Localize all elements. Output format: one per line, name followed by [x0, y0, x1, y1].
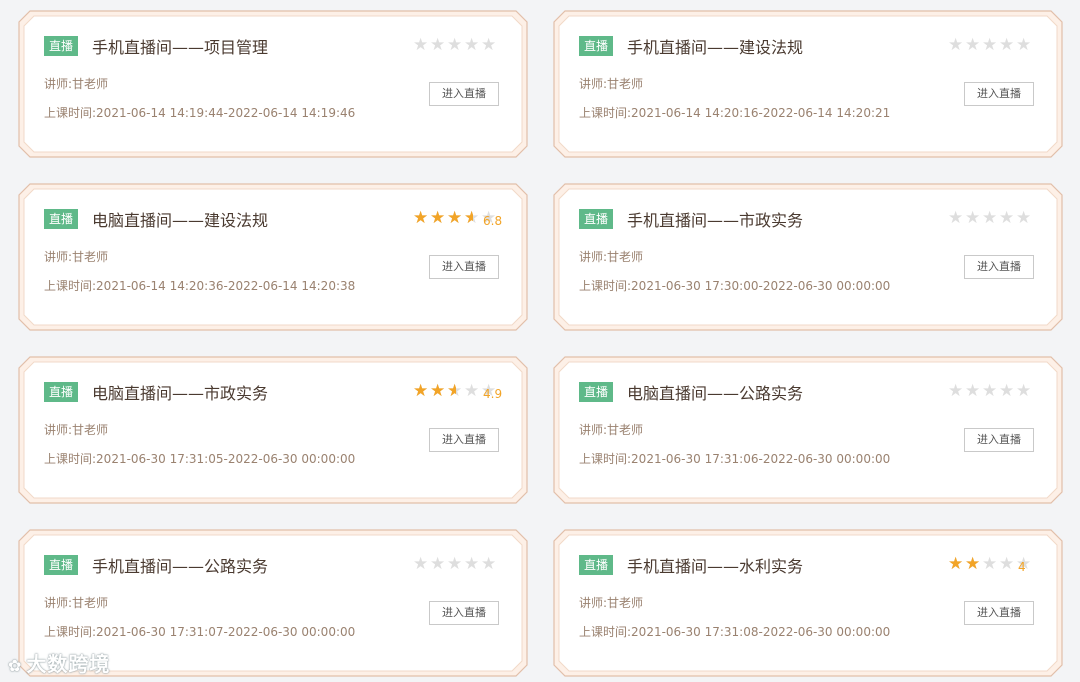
live-badge: 直播 — [579, 36, 614, 56]
lecturer-label: 讲师:甘老师 — [579, 250, 644, 264]
class-time: 上课时间:2021-06-14 14:20:16-2022-06-14 14:2… — [579, 106, 891, 120]
star-icon[interactable]: ★★ — [413, 383, 430, 400]
course-title[interactable]: 手机直播间——建设法规 — [627, 34, 803, 58]
star-icon[interactable]: ★★ — [999, 383, 1016, 400]
class-time: 上课时间:2021-06-30 17:31:07-2022-06-30 00:0… — [44, 625, 356, 639]
course-title[interactable]: 手机直播间——市政实务 — [627, 207, 803, 231]
course-card: 直播 手机直播间——建设法规 ★★★★★★★★★★ 讲师:甘老师 上课时间:20… — [553, 10, 1063, 158]
star-icon[interactable]: ★★ — [999, 556, 1016, 573]
rating-stars: ★★★★★★★★★★ — [948, 37, 1033, 55]
star-icon[interactable]: ★★ — [965, 383, 982, 400]
course-card: 直播 手机直播间——水利实务 ★★★★★★★★★★ 4 讲师:甘老师 上课时间:… — [553, 529, 1063, 677]
lecturer-label: 讲师:甘老师 — [44, 596, 109, 610]
course-title[interactable]: 电脑直播间——建设法规 — [92, 207, 268, 231]
course-title[interactable]: 手机直播间——公路实务 — [92, 553, 268, 577]
lecturer-label: 讲师:甘老师 — [579, 423, 644, 437]
rating-stars: ★★★★★★★★★★ — [413, 556, 498, 574]
enter-live-button[interactable]: 进入直播 — [429, 601, 499, 625]
course-title[interactable]: 手机直播间——水利实务 — [627, 553, 803, 577]
live-badge: 直播 — [44, 382, 79, 402]
enter-live-button[interactable]: 进入直播 — [964, 601, 1034, 625]
enter-live-button[interactable]: 进入直播 — [964, 428, 1034, 452]
class-time: 上课时间:2021-06-30 17:31:05-2022-06-30 00:0… — [44, 452, 356, 466]
star-icon[interactable]: ★★ — [430, 556, 447, 573]
lecturer-label: 讲师:甘老师 — [579, 596, 644, 610]
class-time: 上课时间:2021-06-30 17:31:06-2022-06-30 00:0… — [579, 452, 891, 466]
enter-live-button[interactable]: 进入直播 — [964, 82, 1034, 106]
star-icon[interactable]: ★★ — [447, 556, 464, 573]
course-title[interactable]: 手机直播间——项目管理 — [92, 34, 268, 58]
sunflower-icon: ✿ — [8, 656, 23, 675]
star-icon[interactable]: ★★ — [430, 383, 447, 400]
course-card: 直播 电脑直播间——建设法规 ★★★★★★★★★★ 6.8 讲师:甘老师 上课时… — [18, 183, 528, 331]
rating-score: 6.8 — [483, 214, 503, 228]
lecturer-label: 讲师:甘老师 — [579, 77, 644, 91]
class-time: 上课时间:2021-06-30 17:30:00-2022-06-30 00:0… — [579, 279, 891, 293]
star-icon[interactable]: ★★ — [447, 383, 464, 400]
live-badge: 直播 — [579, 209, 614, 229]
star-icon[interactable]: ★★ — [430, 210, 447, 227]
star-icon[interactable]: ★★ — [982, 383, 999, 400]
star-icon[interactable]: ★★ — [1016, 37, 1033, 54]
rating-score: 4.9 — [483, 387, 503, 401]
star-icon[interactable]: ★★ — [982, 210, 999, 227]
lecturer-label: 讲师:甘老师 — [44, 77, 109, 91]
enter-live-button[interactable]: 进入直播 — [429, 82, 499, 106]
star-icon[interactable]: ★★ — [464, 210, 481, 227]
star-icon[interactable]: ★★ — [413, 37, 430, 54]
star-icon[interactable]: ★★ — [965, 37, 982, 54]
star-icon[interactable]: ★★ — [1016, 210, 1033, 227]
star-icon[interactable]: ★★ — [948, 556, 965, 573]
star-icon[interactable]: ★★ — [481, 556, 498, 573]
class-time: 上课时间:2021-06-14 14:19:44-2022-06-14 14:1… — [44, 106, 356, 120]
live-badge: 直播 — [44, 36, 79, 56]
star-icon[interactable]: ★★ — [1016, 383, 1033, 400]
star-icon[interactable]: ★★ — [464, 383, 481, 400]
star-icon[interactable]: ★★ — [430, 37, 447, 54]
class-time: 上课时间:2021-06-30 17:31:08-2022-06-30 00:0… — [579, 625, 891, 639]
star-icon[interactable]: ★★ — [965, 210, 982, 227]
live-badge: 直播 — [579, 382, 614, 402]
star-icon[interactable]: ★★ — [464, 556, 481, 573]
rating-score: 4 — [1018, 560, 1026, 574]
star-icon[interactable]: ★★ — [447, 37, 464, 54]
rating-stars: ★★★★★★★★★★ — [413, 37, 498, 55]
enter-live-button[interactable]: 进入直播 — [429, 255, 499, 279]
watermark-text: 大数跨境 — [26, 652, 111, 676]
course-title[interactable]: 电脑直播间——市政实务 — [92, 380, 268, 404]
course-card: 直播 手机直播间——市政实务 ★★★★★★★★★★ 讲师:甘老师 上课时间:20… — [553, 183, 1063, 331]
star-icon[interactable]: ★★ — [464, 37, 481, 54]
lecturer-label: 讲师:甘老师 — [44, 250, 109, 264]
rating-stars: ★★★★★★★★★★ — [948, 210, 1033, 228]
star-icon[interactable]: ★★ — [948, 210, 965, 227]
star-icon[interactable]: ★★ — [413, 556, 430, 573]
course-title[interactable]: 电脑直播间——公路实务 — [627, 380, 803, 404]
star-icon[interactable]: ★★ — [948, 383, 965, 400]
star-icon[interactable]: ★★ — [982, 37, 999, 54]
live-badge: 直播 — [44, 209, 79, 229]
rating-stars: ★★★★★★★★★★ — [948, 383, 1033, 401]
star-icon[interactable]: ★★ — [999, 210, 1016, 227]
star-icon[interactable]: ★★ — [999, 37, 1016, 54]
star-icon[interactable]: ★★ — [447, 210, 464, 227]
live-badge: 直播 — [579, 555, 614, 575]
course-card: 直播 手机直播间——项目管理 ★★★★★★★★★★ 讲师:甘老师 上课时间:20… — [18, 10, 528, 158]
enter-live-button[interactable]: 进入直播 — [964, 255, 1034, 279]
star-icon[interactable]: ★★ — [965, 556, 982, 573]
course-card: 直播 电脑直播间——公路实务 ★★★★★★★★★★ 讲师:甘老师 上课时间:20… — [553, 356, 1063, 504]
watermark: ✿ 大数跨境 — [8, 648, 110, 677]
class-time: 上课时间:2021-06-14 14:20:36-2022-06-14 14:2… — [44, 279, 356, 293]
star-icon[interactable]: ★★ — [481, 37, 498, 54]
live-badge: 直播 — [44, 555, 79, 575]
course-card: 直播 电脑直播间——市政实务 ★★★★★★★★★★ 4.9 讲师:甘老师 上课时… — [18, 356, 528, 504]
lecturer-label: 讲师:甘老师 — [44, 423, 109, 437]
enter-live-button[interactable]: 进入直播 — [429, 428, 499, 452]
star-icon[interactable]: ★★ — [413, 210, 430, 227]
star-icon[interactable]: ★★ — [948, 37, 965, 54]
star-icon[interactable]: ★★ — [982, 556, 999, 573]
